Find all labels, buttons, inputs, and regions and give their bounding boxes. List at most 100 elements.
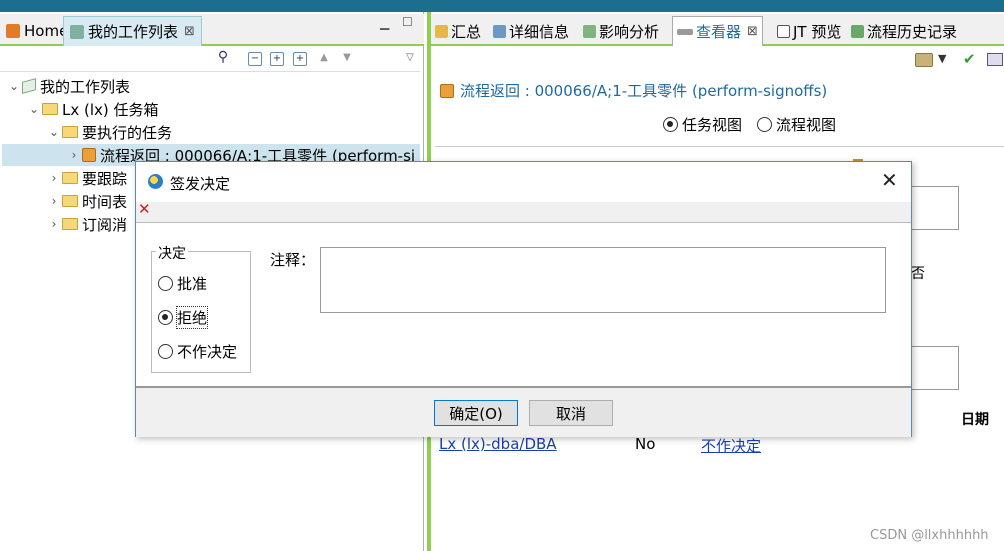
worklist-icon (70, 24, 84, 39)
process-title: 流程返回 : 000066/A;1-工具零件 (perform-signoffs… (440, 80, 827, 101)
option-approve[interactable]: 批准 (158, 273, 207, 294)
chevron-down-icon[interactable]: ⌄ (46, 125, 62, 139)
task-icon (82, 148, 96, 162)
chevron-right-icon[interactable]: › (46, 217, 62, 231)
radio-reject[interactable] (158, 310, 173, 325)
jt-icon (777, 24, 790, 38)
dropdown-arrow-icon[interactable]: ▼ (938, 52, 946, 65)
tab-history-label: 流程历史记录 (867, 22, 958, 41)
error-icon: ✕ (138, 200, 151, 218)
task-view-label: 任务视图 (682, 116, 743, 134)
column-header-date: 日期 (961, 412, 989, 428)
folder-icon (62, 195, 78, 207)
history-icon (851, 24, 864, 38)
signoff-user-link[interactable]: Lx (lx)-dba/DBA (439, 435, 557, 453)
chevron-right-icon[interactable]: › (46, 171, 62, 185)
app-icon (148, 174, 163, 189)
radio-no-decision[interactable] (158, 344, 173, 359)
tree-root-label: 我的工作列表 (40, 77, 131, 96)
tab-process-history[interactable]: 流程历史记录 (847, 16, 961, 46)
tree-schedule-label: 时间表 (82, 192, 128, 211)
signoff-decision-link[interactable]: 不作决定 (701, 435, 761, 456)
search-icon[interactable]: ⚲ (216, 50, 230, 66)
option-no-decision[interactable]: 不作决定 (158, 341, 237, 362)
partial-text: 否 (911, 266, 925, 282)
folder-icon (62, 218, 78, 230)
cancel-button[interactable]: 取消 (529, 400, 613, 426)
printer-icon[interactable] (915, 53, 933, 67)
tree-schedule[interactable]: › 时间表 (46, 190, 127, 212)
signoff-decision[interactable]: 不作决定 (701, 437, 761, 455)
task-view-option[interactable]: 任务视图 (663, 114, 742, 135)
chevron-down-icon[interactable]: ⌄ (6, 79, 22, 93)
tab-summary-label: 汇总 (451, 22, 482, 41)
folder-icon (62, 126, 78, 138)
signoff-user[interactable]: Lx (lx)-dba/DBA (439, 435, 557, 453)
tree-track[interactable]: › 要跟踪 (46, 167, 127, 189)
tree-todo-label: 要执行的任务 (82, 123, 173, 142)
dialog-body: 决定 批准 拒绝 不作决定 注释： (136, 222, 911, 386)
chevron-right-icon[interactable]: › (66, 148, 82, 162)
option-no-decision-label: 不作决定 (177, 343, 238, 361)
text-field-top[interactable] (909, 186, 959, 230)
close-icon[interactable]: ✕ (881, 168, 898, 192)
tab-viewer[interactable]: 查看器 ⊠ (672, 16, 763, 46)
top-banner (0, 0, 1004, 12)
process-view-option[interactable]: 流程视图 (757, 114, 836, 135)
tab-jt-preview[interactable]: JT 预览 (773, 16, 845, 46)
tree-inbox-label: Lx (lx) 任务箱 (62, 100, 159, 119)
dialog-titlebar[interactable]: 签发决定 ✕ (136, 162, 911, 202)
close-tab-icon[interactable]: ⊠ (184, 24, 195, 39)
folder-icon (42, 103, 58, 115)
tab-impact-analysis[interactable]: 影响分析 (579, 16, 663, 46)
details-icon (493, 24, 506, 38)
option-reject[interactable]: 拒绝 (158, 306, 209, 329)
expand-all-icon[interactable]: + (293, 52, 307, 66)
tree-subscriptions[interactable]: › 订阅消 (46, 213, 127, 235)
tree-todo[interactable]: ⌄ 要执行的任务 (46, 121, 172, 143)
maximize-icon[interactable]: ☐ (402, 15, 413, 29)
tree-subscriptions-label: 订阅消 (82, 215, 128, 234)
glasses-icon (677, 28, 693, 35)
radio-approve[interactable] (158, 276, 173, 291)
process-title-text: 流程返回 : 000066/A;1-工具零件 (perform-signoffs… (460, 82, 828, 100)
comment-label: 注释： (270, 251, 316, 269)
radio-process-view[interactable] (757, 117, 772, 132)
arrow-up-icon[interactable]: ▲ (317, 52, 331, 66)
close-tab-icon[interactable]: ⊠ (747, 24, 758, 39)
text-field-bottom[interactable] (909, 346, 959, 390)
option-reject-label: 拒绝 (175, 306, 209, 329)
impact-icon (583, 24, 596, 38)
radio-task-view[interactable] (663, 117, 678, 132)
collapse-all-icon[interactable]: − (248, 52, 262, 66)
chevron-down-icon[interactable]: ⌄ (26, 102, 42, 116)
expand-icon[interactable]: + (270, 52, 284, 66)
tab-details[interactable]: 详细信息 (489, 16, 573, 46)
ok-button[interactable]: 确定(O) (434, 400, 518, 426)
watermark: CSDN @llxhhhhhh (870, 528, 989, 543)
window-icon[interactable] (987, 53, 1003, 66)
check-icon[interactable]: ✔ (963, 50, 976, 68)
tree-inbox[interactable]: ⌄ Lx (lx) 任务箱 (26, 98, 159, 120)
dialog-footer: 确定(O) 取消 (136, 389, 911, 437)
left-tab-bar: Home 我的工作列表 ⊠ ▁ ☐ (0, 14, 424, 46)
dialog-divider (136, 386, 911, 388)
comment-textarea[interactable] (320, 247, 886, 313)
viewer-toolbar: ▼ ✔ (431, 48, 1004, 74)
folder-icon (62, 172, 78, 184)
signoff-decision-dialog: 签发决定 ✕ ✕ 决定 批准 拒绝 不作决定 注释： 确定(O) 取消 (135, 161, 912, 437)
process-view-label: 流程视图 (776, 116, 837, 134)
home-icon (6, 24, 20, 38)
tree-root[interactable]: ⌄ 我的工作列表 (6, 75, 130, 97)
summary-icon (435, 24, 448, 38)
minimize-icon[interactable]: ▁ (380, 16, 389, 30)
decision-group-label: 决定 (156, 243, 188, 263)
tab-my-worklist[interactable]: 我的工作列表 ⊠ (63, 16, 202, 46)
view-menu-icon[interactable]: ▽ (403, 52, 417, 66)
arrow-down-icon[interactable]: ▼ (340, 52, 354, 66)
dialog-title: 签发决定 (170, 175, 231, 193)
tab-jt-label: JT 预览 (793, 22, 842, 41)
tab-summary[interactable]: 汇总 (431, 16, 485, 46)
worklist-icon (22, 78, 36, 94)
chevron-right-icon[interactable]: › (46, 194, 62, 208)
